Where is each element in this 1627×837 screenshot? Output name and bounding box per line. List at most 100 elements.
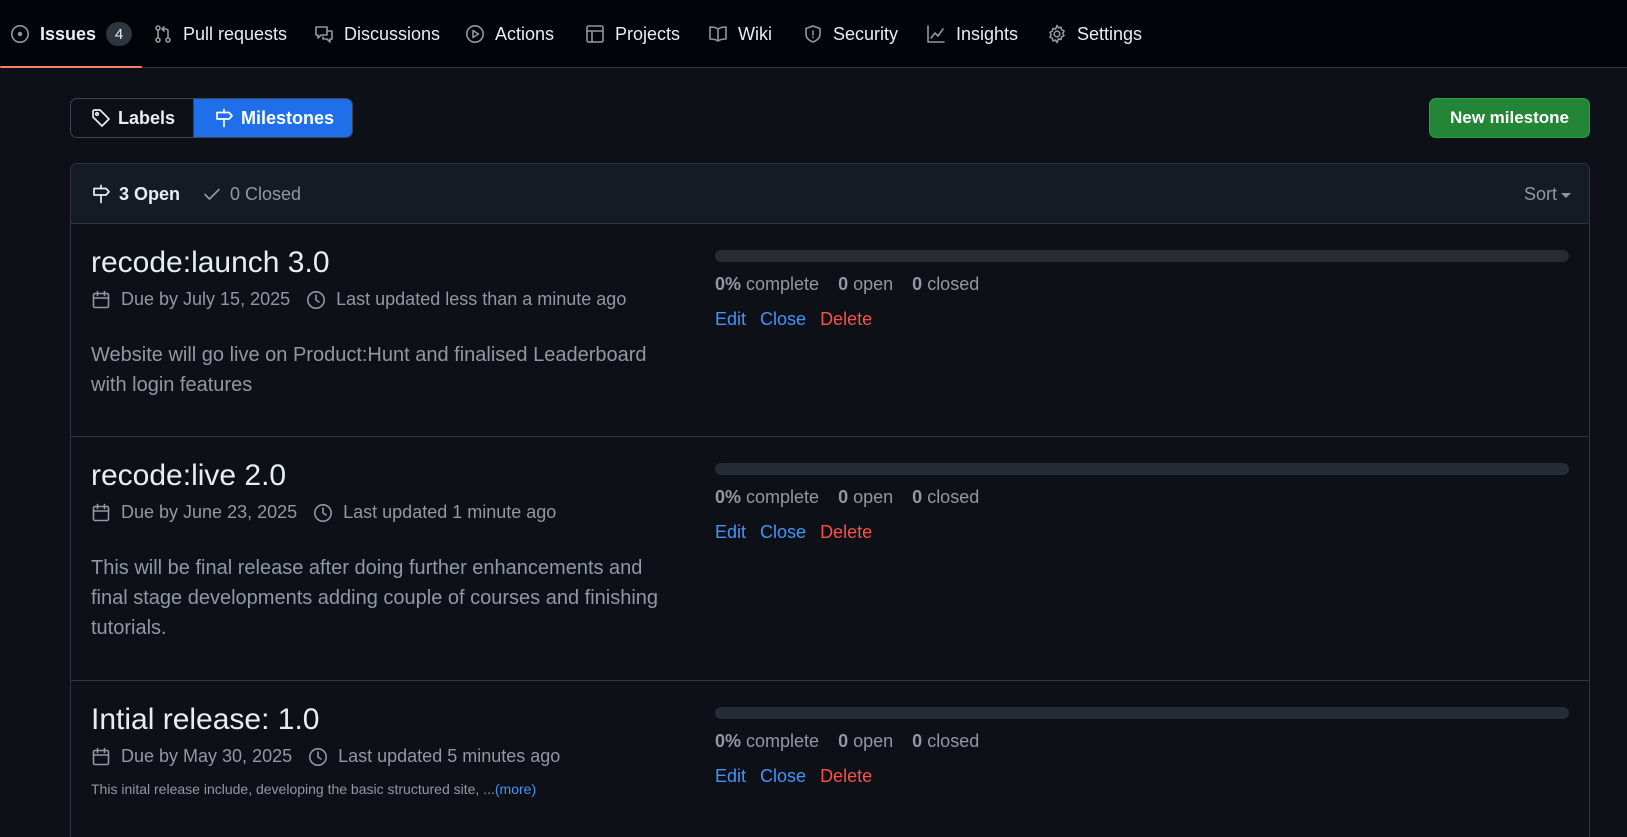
tab-projects-label: Projects	[615, 23, 681, 44]
milestone-complete: 0% complete	[715, 274, 820, 294]
tab-pull-requests-label: Pull requests	[183, 23, 288, 44]
milestone-last-updated: Last updated less than a minute ago	[336, 289, 627, 309]
calendar-icon	[92, 290, 110, 308]
edit-milestone-link[interactable]: Edit	[715, 309, 746, 330]
table-icon	[586, 25, 604, 43]
shield-icon	[805, 25, 821, 43]
milestone-stats: 0% complete 0 open 0 closed	[715, 487, 979, 508]
tab-discussions-label: Discussions	[344, 23, 441, 44]
milestone-item: Intial release: 1.0 Due by May 30, 2025 …	[71, 681, 1589, 837]
milestone-open-count[interactable]: 0 open	[838, 487, 893, 508]
tag-icon	[92, 109, 110, 127]
milestone-open-count[interactable]: 0 open	[838, 274, 893, 295]
milestone-complete: 0% complete	[715, 487, 820, 507]
sort-dropdown[interactable]: Sort	[1524, 164, 1571, 224]
clock-icon	[309, 747, 328, 766]
milestone-closed-count[interactable]: 0 closed	[912, 487, 979, 508]
milestone-states: 3 Open 0 Closed	[91, 164, 301, 224]
milestone-actions: Edit Close Delete	[715, 766, 872, 787]
milestone-closed-count[interactable]: 0 closed	[912, 274, 979, 295]
clock-icon	[307, 290, 326, 309]
milestone-last-updated: Last updated 1 minute ago	[343, 502, 557, 522]
open-milestones-label: 3 Open	[119, 183, 181, 204]
milestone-item: recode:launch 3.0 Due by July 15, 2025 L…	[71, 224, 1589, 437]
milestone-closed-count[interactable]: 0 closed	[912, 731, 979, 752]
milestone-meta: Due by June 23, 2025 Last updated 1 minu…	[91, 502, 556, 523]
milestones-link-label: Milestones	[241, 107, 335, 128]
milestone-last-updated: Last updated 5 minutes ago	[338, 746, 561, 766]
milestone-icon	[93, 184, 110, 204]
tab-wiki-label: Wiki	[738, 23, 772, 44]
milestones-box: 3 Open 0 Closed Sort recode:launch 3.0 D…	[70, 163, 1590, 837]
tab-issues-label: Issues	[40, 23, 97, 44]
tab-issues[interactable]: Issues 4	[0, 0, 143, 68]
milestone-title[interactable]: recode:launch 3.0	[91, 246, 330, 280]
milestone-open-count[interactable]: 0 open	[838, 731, 893, 752]
milestone-description: This inital release include, developing …	[91, 779, 691, 799]
milestone-due-date: Due by May 30, 2025	[121, 746, 293, 766]
tab-security-label: Security	[833, 23, 899, 44]
check-icon	[204, 188, 220, 200]
milestones-link[interactable]: Milestones	[193, 99, 353, 137]
milestone-description: This will be final release after doing f…	[91, 557, 659, 639]
edit-milestone-link[interactable]: Edit	[715, 766, 746, 787]
close-milestone-link[interactable]: Close	[760, 522, 806, 543]
issues-count-badge: 4	[106, 22, 133, 46]
milestone-progress-bar	[715, 463, 1569, 475]
milestone-meta: Due by May 30, 2025 Last updated 5 minut…	[91, 746, 560, 767]
labels-link[interactable]: Labels	[71, 99, 193, 137]
milestone-description-text: This inital release include, developing …	[91, 781, 495, 797]
milestone-title[interactable]: Intial release: 1.0	[91, 703, 319, 737]
git-pull-request-icon	[155, 25, 171, 43]
closed-milestones-label: 0 Closed	[230, 183, 302, 204]
tab-settings-label: Settings	[1077, 23, 1143, 44]
labels-milestones-subnav: Labels Milestones	[70, 98, 354, 138]
milestone-description: Website will go live on Product:Hunt and…	[91, 344, 647, 396]
gear-icon	[1049, 24, 1065, 44]
delete-milestone-link[interactable]: Delete	[820, 309, 872, 330]
new-milestone-button[interactable]: New milestone	[1429, 98, 1590, 138]
labels-link-label: Labels	[118, 107, 176, 128]
milestone-actions: Edit Close Delete	[715, 309, 872, 330]
comment-discussion-icon	[315, 26, 333, 43]
repo-nav: Issues 4 Pull requests Discussions Actio…	[0, 0, 1627, 68]
milestone-actions: Edit Close Delete	[715, 522, 872, 543]
tab-settings[interactable]: Settings	[1047, 0, 1142, 68]
tab-discussions[interactable]: Discussions	[314, 0, 440, 68]
milestone-complete: 0% complete	[715, 731, 820, 751]
closed-milestones-link[interactable]: 0 Closed	[202, 184, 301, 205]
milestone-due-date: Due by July 15, 2025	[121, 289, 291, 309]
graph-icon	[927, 25, 945, 43]
issue-opened-icon	[11, 25, 29, 43]
milestone-stats: 0% complete 0 open 0 closed	[715, 731, 979, 752]
sort-label: Sort	[1523, 183, 1557, 204]
more-link[interactable]: (more)	[495, 781, 536, 797]
tab-wiki[interactable]: Wiki	[708, 0, 772, 68]
milestone-item: recode:live 2.0 Due by June 23, 2025 Las…	[71, 437, 1589, 681]
milestone-due-date: Due by June 23, 2025	[121, 502, 298, 522]
milestones-box-header: 3 Open 0 Closed Sort	[71, 164, 1589, 224]
milestone-icon	[216, 108, 233, 128]
milestone-title[interactable]: recode:live 2.0	[91, 459, 286, 493]
clock-icon	[314, 503, 333, 522]
edit-milestone-link[interactable]: Edit	[715, 522, 746, 543]
milestone-progress-bar	[715, 250, 1569, 262]
tab-security[interactable]: Security	[803, 0, 898, 68]
close-milestone-link[interactable]: Close	[760, 309, 806, 330]
tab-actions-label: Actions	[495, 23, 555, 44]
play-icon	[466, 25, 484, 43]
tab-actions[interactable]: Actions	[465, 0, 554, 68]
tab-projects[interactable]: Projects	[585, 0, 680, 68]
tab-pull-requests[interactable]: Pull requests	[153, 0, 287, 68]
book-icon	[709, 26, 727, 42]
calendar-icon	[92, 503, 110, 521]
open-milestones-link[interactable]: 3 Open	[91, 184, 180, 205]
delete-milestone-link[interactable]: Delete	[820, 522, 872, 543]
milestone-stats: 0% complete 0 open 0 closed	[715, 274, 979, 295]
tab-insights-label: Insights	[956, 23, 1019, 44]
milestone-progress-bar	[715, 707, 1569, 719]
calendar-icon	[92, 747, 110, 765]
tab-insights[interactable]: Insights	[926, 0, 1018, 68]
close-milestone-link[interactable]: Close	[760, 766, 806, 787]
delete-milestone-link[interactable]: Delete	[820, 766, 872, 787]
